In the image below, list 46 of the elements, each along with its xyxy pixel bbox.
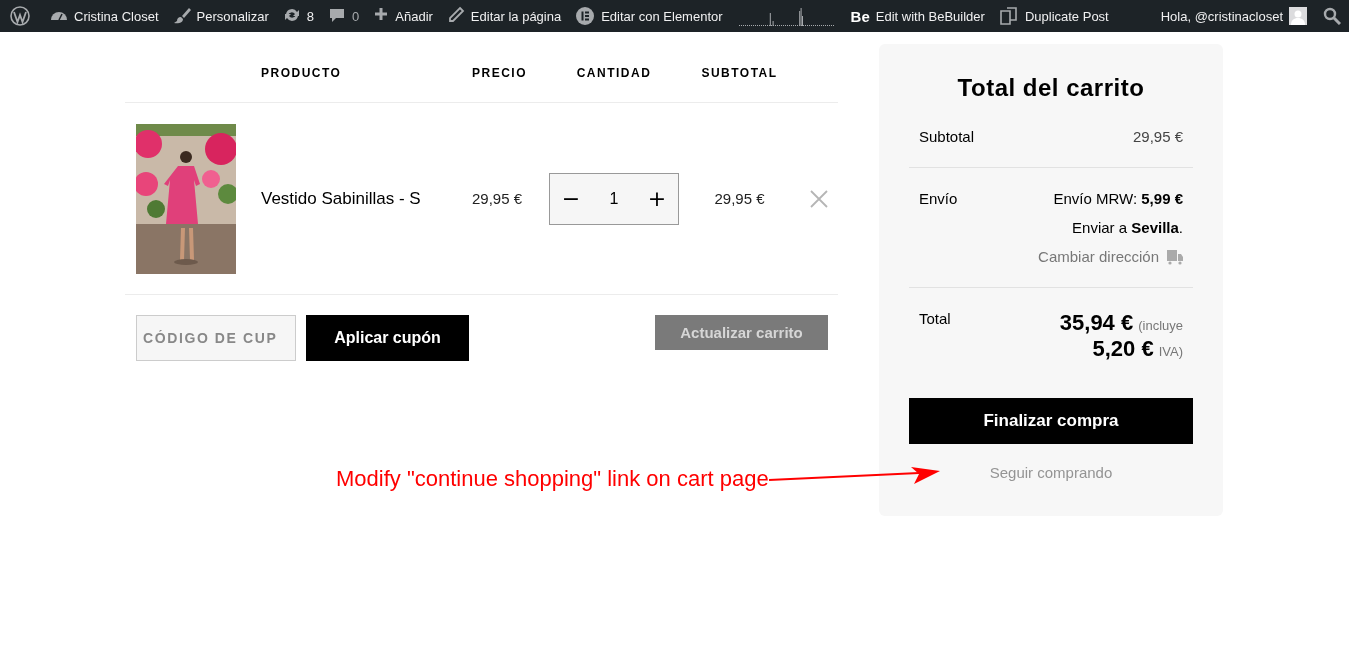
row-label: Subtotal: [919, 128, 975, 145]
avatar-icon: [1289, 7, 1307, 25]
annotation-text: Modify "continue shopping" link on cart page: [336, 466, 769, 492]
subtotal-value: 29,95 €: [1132, 128, 1183, 145]
product-name[interactable]: Vestido Sabinillas - S: [261, 188, 472, 209]
admin-bar-item[interactable]: Edit with BeBuilder: [875, 8, 985, 24]
coupon-field[interactable]: CÓDIGO DE CUP: [136, 315, 296, 361]
column-header: PRECIO: [472, 66, 528, 80]
totals-title: Total del carrito: [956, 74, 1146, 102]
quantity-value: 1: [609, 189, 619, 208]
bebuilder-logo: Be: [850, 7, 870, 25]
quantity-stepper[interactable]: − 1 +: [549, 172, 679, 225]
search-icon: [1323, 7, 1341, 25]
wordpress-logo-icon: [10, 6, 30, 26]
tax-amount: 5,20 €: [1092, 336, 1154, 362]
column-header: SUBTOTAL: [700, 66, 779, 80]
change-address-link[interactable]: Cambiar dirección: [1038, 248, 1159, 265]
row-label: Total: [919, 310, 951, 327]
admin-bar-item[interactable]: Editar con Elementor: [601, 8, 723, 24]
truck-icon: [1167, 248, 1183, 265]
admin-bar-item[interactable]: Editar la página: [470, 8, 562, 24]
brush-icon: [172, 6, 191, 26]
column-header: CANTIDAD: [575, 66, 653, 80]
shipping-destination: Enviar a Sevilla.: [1072, 219, 1183, 236]
product-price: 29,95 €: [472, 190, 524, 207]
close-icon[interactable]: [810, 189, 828, 208]
tax-note: (incluye: [1138, 318, 1183, 333]
copy-icon: [998, 6, 1019, 26]
elementor-logo-icon: [575, 6, 596, 26]
admin-bar-item[interactable]: Duplicate Post: [1024, 8, 1109, 24]
column-header: PRODUCTO: [261, 66, 343, 80]
row-label: Envío: [919, 190, 958, 207]
apply-coupon-button[interactable]: Aplicar cupón: [306, 315, 469, 361]
admin-bar-item[interactable]: Personalizar: [196, 8, 269, 24]
increase-button[interactable]: +: [636, 174, 678, 223]
tax-note: IVA): [1158, 344, 1183, 359]
admin-bar-item[interactable]: 0: [352, 8, 360, 24]
checkout-button[interactable]: Finalizar compra: [909, 398, 1193, 444]
order-total: 35,94 €: [1059, 310, 1134, 336]
shipping-method: Envío MRW: 5,99 €: [1053, 190, 1183, 207]
account-link[interactable]: Hola, @cristinacloset: [1160, 8, 1283, 24]
admin-bar-item[interactable]: Añadir: [395, 8, 433, 24]
line-subtotal: 29,95 €: [713, 190, 766, 207]
admin-bar-item[interactable]: 8: [306, 8, 315, 24]
admin-bar-item[interactable]: Cristina Closet: [74, 8, 159, 24]
decrease-button[interactable]: −: [550, 174, 592, 223]
